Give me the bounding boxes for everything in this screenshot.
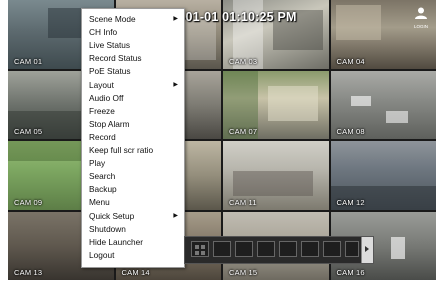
menu-item-ch-info[interactable]: CH Info bbox=[89, 27, 117, 37]
layout-grid-icon[interactable] bbox=[191, 241, 209, 257]
menu-item-hide-launcher[interactable]: Hide Launcher bbox=[89, 237, 143, 247]
camera-label: CAM 16 bbox=[336, 268, 365, 277]
camera-tile-12[interactable]: CAM 12 bbox=[330, 141, 436, 210]
menu-item-record-status[interactable]: Record Status bbox=[89, 53, 142, 63]
camera-label: CAM 04 bbox=[336, 56, 365, 66]
date-time-display: 5-01-01 01:10:25 PM bbox=[174, 10, 297, 24]
launcher-bar bbox=[184, 236, 374, 264]
context-menu: Scene Mode ▶ CH Info Live Status Record … bbox=[81, 8, 185, 268]
menu-item-record[interactable]: Record bbox=[89, 132, 116, 142]
login-label: LOGIN bbox=[413, 24, 428, 29]
menu-item-poe-status[interactable]: PoE Status bbox=[89, 66, 131, 76]
menu-item-logout[interactable]: Logout bbox=[89, 250, 114, 260]
submenu-arrow-icon: ▶ bbox=[173, 82, 178, 88]
menu-item-keep-full-scr-ratio[interactable]: Keep full scr ratio bbox=[89, 145, 153, 155]
camera-label: CAM 08 bbox=[336, 127, 365, 136]
menu-item-menu[interactable]: Menu bbox=[89, 197, 110, 207]
camera-label: CAM 11 bbox=[229, 197, 257, 207]
submenu-arrow-icon: ▶ bbox=[173, 16, 178, 22]
login-button[interactable]: LOGIN bbox=[412, 6, 430, 29]
camera-label: CAM 07 bbox=[229, 127, 258, 136]
camera-label: CAM 05 bbox=[14, 127, 43, 136]
camera-tile-11[interactable]: CAM 11 bbox=[223, 141, 329, 210]
camera-label: CAM 13 bbox=[14, 268, 43, 277]
camera-label: CAM 15 bbox=[229, 268, 258, 277]
arrow-icon[interactable] bbox=[345, 241, 359, 257]
menu-item-scene-mode[interactable]: Scene Mode bbox=[89, 14, 136, 24]
menu-item-layout[interactable]: Layout bbox=[89, 80, 114, 90]
camera-label: CAM 01 bbox=[14, 56, 43, 66]
menu-item-freeze[interactable]: Freeze bbox=[89, 106, 115, 116]
camera-tile-8[interactable]: CAM 08 bbox=[330, 70, 436, 139]
camera-tile-7[interactable]: CAM 07 bbox=[223, 70, 329, 139]
menu-item-play[interactable]: Play bbox=[89, 158, 105, 168]
expand-arrow-icon[interactable] bbox=[361, 237, 373, 263]
camera-label: CAM 03 bbox=[229, 56, 258, 66]
menu-item-backup[interactable]: Backup bbox=[89, 184, 117, 194]
menu-item-shutdown[interactable]: Shutdown bbox=[89, 224, 126, 234]
user-icon bbox=[415, 7, 427, 19]
split-icon[interactable] bbox=[235, 241, 253, 257]
menu-item-audio-off[interactable]: Audio Off bbox=[89, 93, 123, 103]
menu-item-live-status[interactable]: Live Status bbox=[89, 40, 130, 50]
menu-item-search[interactable]: Search bbox=[89, 171, 115, 181]
live-view-screen: CAM 01 CAM 03 CAM 04 CAM 05 CAM 07 CAM 0… bbox=[8, 0, 436, 280]
menu-item-quick-setup[interactable]: Quick Setup bbox=[89, 211, 134, 221]
split-icon[interactable] bbox=[323, 241, 341, 257]
split-icon[interactable] bbox=[213, 241, 231, 257]
camera-label: CAM 14 bbox=[121, 268, 150, 277]
split-icon[interactable] bbox=[301, 241, 319, 257]
split-icon[interactable] bbox=[257, 241, 275, 257]
camera-label: CAM 12 bbox=[336, 197, 365, 207]
camera-label: CAM 09 bbox=[14, 197, 43, 207]
menu-item-stop-alarm[interactable]: Stop Alarm bbox=[89, 119, 130, 129]
submenu-arrow-icon: ▶ bbox=[173, 213, 178, 219]
split-icon[interactable] bbox=[279, 241, 297, 257]
